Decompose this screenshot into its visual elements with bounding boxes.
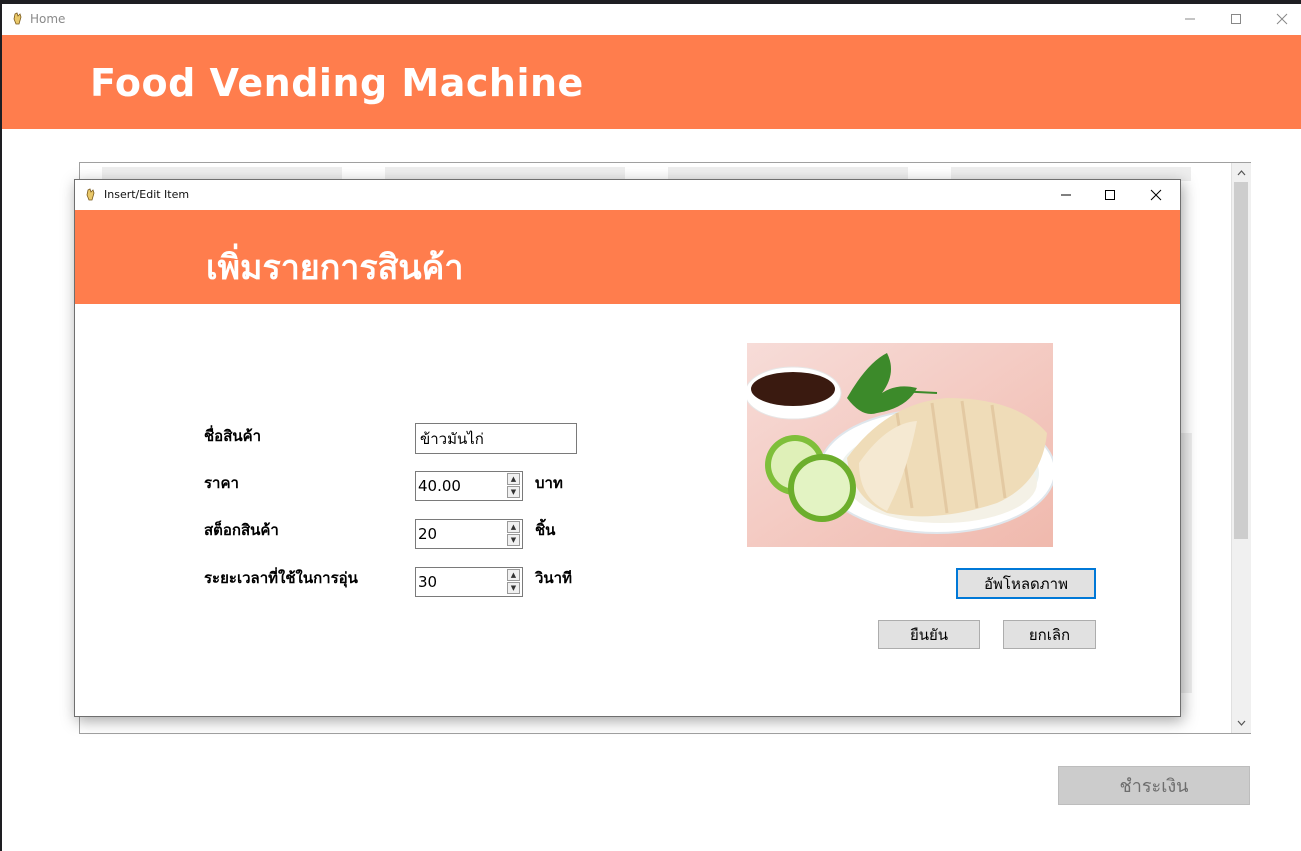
product-card-edge [1180, 433, 1192, 693]
minimize-button[interactable] [1167, 4, 1213, 34]
dialog-banner: เพิ่มรายการสินค้า [75, 210, 1180, 304]
food-photo [747, 343, 1053, 547]
close-icon [1276, 13, 1288, 25]
heat-time-unit: วินาที [535, 569, 572, 587]
heat-time-decrement-button[interactable]: ▼ [507, 582, 520, 594]
stock-label: สต็อกสินค้า [204, 521, 279, 539]
dialog-heading: เพิ่มรายการสินค้า [206, 248, 464, 288]
stock-stepper[interactable]: 20 ▲ ▼ [415, 519, 523, 549]
main-titlebar[interactable]: Home [2, 4, 1301, 35]
heat-time-increment-button[interactable]: ▲ [507, 569, 520, 581]
minimize-icon [1061, 194, 1071, 196]
dialog-maximize-button[interactable] [1087, 180, 1133, 210]
close-icon [1150, 189, 1162, 201]
name-input[interactable] [415, 423, 577, 454]
vertical-scrollbar[interactable] [1231, 163, 1251, 733]
price-increment-button[interactable]: ▲ [507, 473, 520, 485]
stock-decrement-button[interactable]: ▼ [507, 534, 520, 546]
price-stepper[interactable]: 40.00 ▲ ▼ [415, 471, 523, 501]
dialog-minimize-button[interactable] [1043, 180, 1089, 210]
upload-image-button[interactable]: อัพโหลดภาพ [956, 568, 1096, 599]
price-decrement-button[interactable]: ▼ [507, 486, 520, 498]
heat-time-label: ระยะเวลาที่ใช้ในการอุ่น [204, 569, 358, 587]
price-value[interactable]: 40.00 [418, 477, 461, 495]
heat-time-stepper[interactable]: 30 ▲ ▼ [415, 567, 523, 597]
price-label: ราคา [204, 474, 239, 492]
cancel-button[interactable]: ยกเลิก [1003, 620, 1096, 649]
dialog-close-button[interactable] [1133, 180, 1179, 210]
confirm-button[interactable]: ยืนยัน [878, 620, 980, 649]
maximize-icon [1231, 14, 1241, 24]
scroll-up-button[interactable] [1232, 165, 1251, 181]
scroll-down-button[interactable] [1232, 715, 1251, 731]
insert-edit-dialog: Insert/Edit Item เพิ่มรายการสินค้า ชื่อส… [74, 179, 1181, 717]
stock-increment-button[interactable]: ▲ [507, 521, 520, 533]
header-banner: Food Vending Machine [2, 35, 1301, 129]
window-title: Home [30, 12, 66, 26]
app-icon [86, 188, 95, 201]
scroll-thumb[interactable] [1234, 182, 1248, 539]
maximize-icon [1105, 190, 1115, 200]
chevron-up-icon [1237, 170, 1246, 176]
app-icon [13, 12, 22, 25]
price-unit: บาท [535, 474, 563, 492]
close-button[interactable] [1259, 4, 1301, 34]
heat-time-value[interactable]: 30 [418, 573, 437, 591]
stock-value[interactable]: 20 [418, 525, 437, 543]
chevron-down-icon [1237, 720, 1246, 726]
dialog-title: Insert/Edit Item [104, 188, 190, 201]
pay-button[interactable]: ชำระเงิน [1058, 766, 1250, 805]
name-label: ชื่อสินค้า [204, 427, 262, 445]
dialog-titlebar[interactable]: Insert/Edit Item [75, 180, 1180, 210]
maximize-button[interactable] [1213, 4, 1259, 34]
stock-unit: ชิ้น [535, 521, 556, 539]
minimize-icon [1185, 18, 1195, 20]
app-heading: Food Vending Machine [90, 61, 584, 105]
